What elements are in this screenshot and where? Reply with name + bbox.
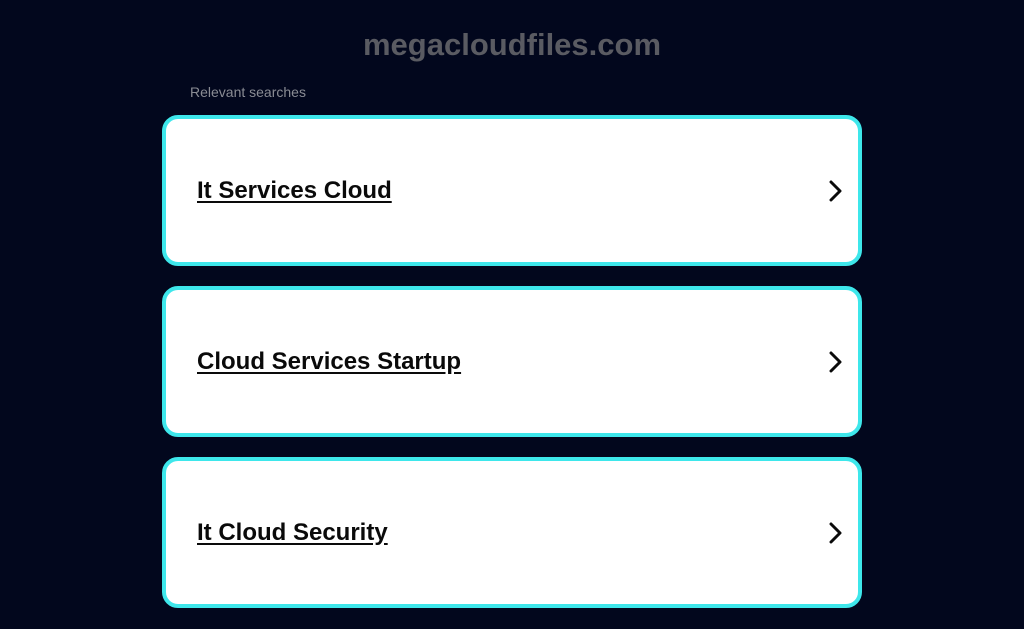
result-link[interactable]: It Cloud Security — [197, 519, 388, 547]
site-title: megacloudfiles.com — [362, 27, 662, 62]
relevant-searches-label: Relevant searches — [190, 84, 306, 100]
search-result-cloud-services-startup[interactable]: Cloud Services Startup — [162, 286, 862, 437]
result-link[interactable]: It Services Cloud — [197, 177, 392, 205]
search-result-it-cloud-security[interactable]: It Cloud Security — [162, 457, 862, 608]
search-result-it-services-cloud[interactable]: It Services Cloud — [162, 115, 862, 266]
chevron-right-icon — [828, 521, 844, 545]
result-link[interactable]: Cloud Services Startup — [197, 348, 461, 376]
chevron-right-icon — [828, 179, 844, 203]
results-list: It Services Cloud Cloud Services Startup… — [162, 115, 862, 628]
chevron-right-icon — [828, 350, 844, 374]
